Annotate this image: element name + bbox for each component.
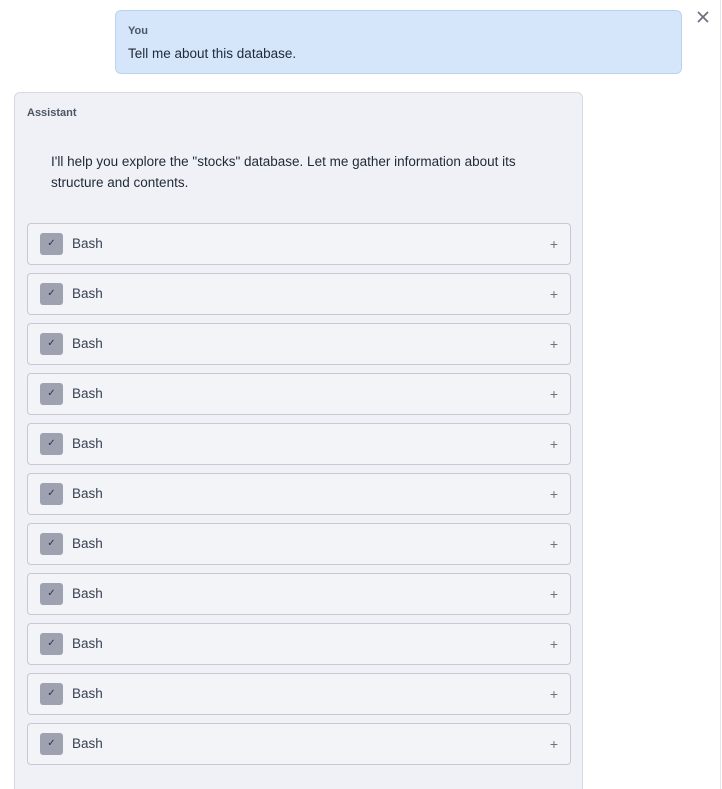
check-icon: ✓ <box>40 333 63 355</box>
expand-plus-icon[interactable]: + <box>550 235 558 253</box>
close-icon <box>697 11 709 23</box>
tool-call-item[interactable]: ✓ Bash + <box>27 473 571 515</box>
check-glyph: ✓ <box>47 288 56 299</box>
tool-call-label: Bash <box>72 436 103 451</box>
tool-call-label: Bash <box>72 236 103 251</box>
tool-call-item[interactable]: ✓ Bash + <box>27 673 571 715</box>
check-icon: ✓ <box>40 583 63 605</box>
chat-transcript: You Tell me about this database. Assista… <box>0 0 722 789</box>
tool-call-label: Bash <box>72 486 103 501</box>
tool-call-label: Bash <box>72 286 103 301</box>
check-glyph: ✓ <box>47 688 56 699</box>
user-message: You Tell me about this database. <box>115 10 682 74</box>
expand-plus-icon[interactable]: + <box>550 585 558 603</box>
check-glyph: ✓ <box>47 238 56 249</box>
check-glyph: ✓ <box>47 588 56 599</box>
check-icon: ✓ <box>40 733 63 755</box>
check-icon: ✓ <box>40 433 63 455</box>
tool-call-label: Bash <box>72 736 103 751</box>
expand-plus-icon[interactable]: + <box>550 385 558 403</box>
tool-call-item[interactable]: ✓ Bash + <box>27 573 571 615</box>
expand-plus-icon[interactable]: + <box>550 485 558 503</box>
check-glyph: ✓ <box>47 488 56 499</box>
tool-call-item[interactable]: ✓ Bash + <box>27 323 571 365</box>
expand-plus-icon[interactable]: + <box>550 435 558 453</box>
check-glyph: ✓ <box>47 388 56 399</box>
check-icon: ✓ <box>40 633 63 655</box>
check-icon: ✓ <box>40 483 63 505</box>
expand-plus-icon[interactable]: + <box>550 335 558 353</box>
assistant-message-text: I'll help you explore the "stocks" datab… <box>51 154 516 190</box>
close-button[interactable] <box>694 8 712 26</box>
tool-call-label: Bash <box>72 686 103 701</box>
tool-call-label: Bash <box>72 636 103 651</box>
tool-call-label: Bash <box>72 336 103 351</box>
tool-call-item[interactable]: ✓ Bash + <box>27 373 571 415</box>
tool-call-item[interactable]: ✓ Bash + <box>27 523 571 565</box>
check-glyph: ✓ <box>47 538 56 549</box>
check-glyph: ✓ <box>47 338 56 349</box>
divider <box>720 0 721 789</box>
check-icon: ✓ <box>40 233 63 255</box>
tool-call-item[interactable]: ✓ Bash + <box>27 623 571 665</box>
check-icon: ✓ <box>40 383 63 405</box>
expand-plus-icon[interactable]: + <box>550 635 558 653</box>
check-icon: ✓ <box>40 533 63 555</box>
tool-call-list: ✓ Bash + ✓ Bash + ✓ Bash + ✓ Bash + ✓ Bash + ✓ Bash + ✓ Bas… <box>27 223 571 773</box>
assistant-message: Assistant I'll help you explore the "sto… <box>14 92 583 789</box>
tool-call-label: Bash <box>72 386 103 401</box>
assistant-role-label: Assistant <box>27 107 77 119</box>
check-icon: ✓ <box>40 283 63 305</box>
check-glyph: ✓ <box>47 638 56 649</box>
user-message-text: Tell me about this database. <box>128 46 297 61</box>
expand-plus-icon[interactable]: + <box>550 535 558 553</box>
user-role-label: You <box>128 25 148 37</box>
expand-plus-icon[interactable]: + <box>550 285 558 303</box>
tool-call-item[interactable]: ✓ Bash + <box>27 273 571 315</box>
tool-call-item[interactable]: ✓ Bash + <box>27 223 571 265</box>
expand-plus-icon[interactable]: + <box>550 735 558 753</box>
tool-call-label: Bash <box>72 586 103 601</box>
check-icon: ✓ <box>40 683 63 705</box>
expand-plus-icon[interactable]: + <box>550 685 558 703</box>
tool-call-label: Bash <box>72 536 103 551</box>
tool-call-item[interactable]: ✓ Bash + <box>27 723 571 765</box>
check-glyph: ✓ <box>47 438 56 449</box>
tool-call-item[interactable]: ✓ Bash + <box>27 423 571 465</box>
check-glyph: ✓ <box>47 738 56 749</box>
